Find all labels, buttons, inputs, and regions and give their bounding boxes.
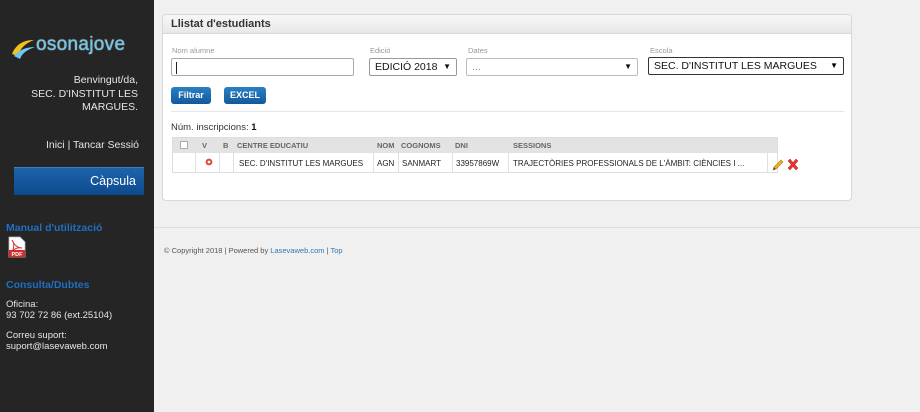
excel-export-button[interactable]: EXCEL — [224, 87, 266, 104]
consulta-heading: Consulta/Dubtes — [6, 279, 90, 291]
column-divider — [398, 153, 399, 172]
footer-copyright: © Copyright 2018 | Powered by — [164, 246, 269, 255]
cell-nom: AGN — [377, 159, 395, 168]
filter-button[interactable]: Filtrar — [171, 87, 211, 104]
footer-separator: | — [326, 246, 329, 255]
dates-select[interactable]: ... ▼ — [466, 58, 638, 76]
school-select[interactable]: SEC. D'INSTITUT LES MARGUES ▼ — [648, 57, 844, 75]
divider — [171, 111, 844, 112]
sidebar: osonajove Benvingut/da, SEC. D'INSTITUT … — [0, 0, 154, 412]
column-divider — [195, 153, 196, 172]
school-filter-label: Escola — [650, 46, 673, 55]
footer: © Copyright 2018 | Powered by Lasevaweb.… — [164, 246, 343, 255]
manual-link[interactable]: Manual d'utilització — [6, 222, 102, 234]
capsula-button[interactable]: Càpsula — [14, 167, 144, 195]
welcome-message: Benvingut/da, SEC. D'INSTITUT LES MARGUE… — [8, 74, 138, 115]
edit-pencil-icon[interactable] — [771, 158, 785, 172]
col-header-nom[interactable]: NOM — [377, 141, 395, 150]
logo-swoosh-icon — [12, 40, 35, 59]
col-header-centre[interactable]: CENTRE EDUCATIU — [237, 141, 308, 150]
text-caret — [176, 62, 177, 74]
delete-icon[interactable] — [786, 158, 800, 172]
select-all-checkbox[interactable] — [180, 141, 188, 149]
home-link[interactable]: Inici — [46, 139, 65, 151]
column-divider — [219, 153, 220, 172]
pdf-icon[interactable]: PDF — [8, 236, 26, 258]
column-divider — [452, 153, 453, 172]
students-table: V B CENTRE EDUCATIU NOM COGNOMS DNI SESS… — [172, 137, 778, 173]
session-links: Inici | Tancar Sessió — [46, 139, 139, 151]
panel-title: Llistat d'estudiants — [163, 15, 851, 34]
logo-text: osonajove — [36, 34, 126, 55]
count-value: 1 — [251, 122, 257, 133]
welcome-user: SEC. D'INSTITUT LES — [31, 87, 138, 100]
table-header: V B CENTRE EDUCATIU NOM COGNOMS DNI SESS… — [173, 138, 777, 153]
support-label: Correu suport: — [6, 330, 67, 341]
dates-selected: ... — [472, 61, 481, 73]
status-error-icon — [205, 158, 213, 166]
support-email[interactable]: suport@lasevaweb.com — [6, 341, 108, 352]
school-selected: SEC. D'INSTITUT LES MARGUES — [654, 60, 817, 72]
top-link[interactable]: Top — [331, 246, 343, 255]
column-divider — [373, 153, 374, 172]
name-filter-label: Nom alumne — [172, 46, 215, 55]
name-filter-input[interactable] — [171, 58, 354, 76]
col-header-cognoms[interactable]: COGNOMS — [401, 141, 441, 150]
column-divider — [767, 153, 768, 172]
col-header-b[interactable]: B — [223, 141, 228, 150]
column-divider — [508, 153, 509, 172]
pdf-label: PDF — [12, 252, 24, 258]
edition-select[interactable]: EDICIÓ 2018 ▼ — [369, 58, 457, 76]
student-list-panel: Llistat d'estudiants Nom alumne Edició E… — [162, 14, 852, 201]
office-phone: 93 702 72 86 (ext.25104) — [6, 310, 113, 321]
cell-centre: SEC. D'INSTITUT LES MARGUES — [239, 159, 364, 168]
chevron-down-icon: ▼ — [443, 62, 451, 71]
link-separator: | — [67, 139, 71, 151]
welcome-user-cont: MARGUES. — [81, 101, 138, 113]
office-contact: Oficina: 93 702 72 86 (ext.25104) — [6, 299, 112, 321]
dates-filter-label: Dates — [468, 46, 488, 55]
column-divider — [233, 153, 234, 172]
cell-cognoms: SANMART — [402, 159, 441, 168]
col-header-v[interactable]: V — [202, 141, 207, 150]
office-label: Oficina: — [6, 299, 39, 310]
edition-filter-label: Edició — [370, 46, 391, 55]
logout-link[interactable]: Tancar Sessió — [73, 139, 139, 151]
col-header-sessions[interactable]: SESSIONS — [513, 141, 551, 150]
chevron-down-icon: ▼ — [830, 61, 838, 70]
inscriptions-count: Núm. inscripcions: 1 — [171, 122, 257, 133]
footer-divider — [154, 227, 920, 228]
cell-sessions: TRAJECTÒRIES PROFESSIONALS DE L'ÀMBIT: C… — [513, 159, 745, 168]
site-logo[interactable]: osonajove — [10, 34, 142, 62]
count-label: Núm. inscripcions: — [171, 122, 249, 133]
support-contact: Correu suport: suport@lasevaweb.com — [6, 330, 108, 352]
col-header-dni[interactable]: DNI — [455, 141, 468, 150]
welcome-greeting: Benvingut/da, — [73, 74, 138, 86]
powered-by-link[interactable]: Lasevaweb.com — [270, 246, 324, 255]
chevron-down-icon: ▼ — [624, 62, 632, 71]
edition-selected: EDICIÓ 2018 — [375, 61, 438, 73]
cell-dni: 33957869W — [456, 159, 500, 168]
